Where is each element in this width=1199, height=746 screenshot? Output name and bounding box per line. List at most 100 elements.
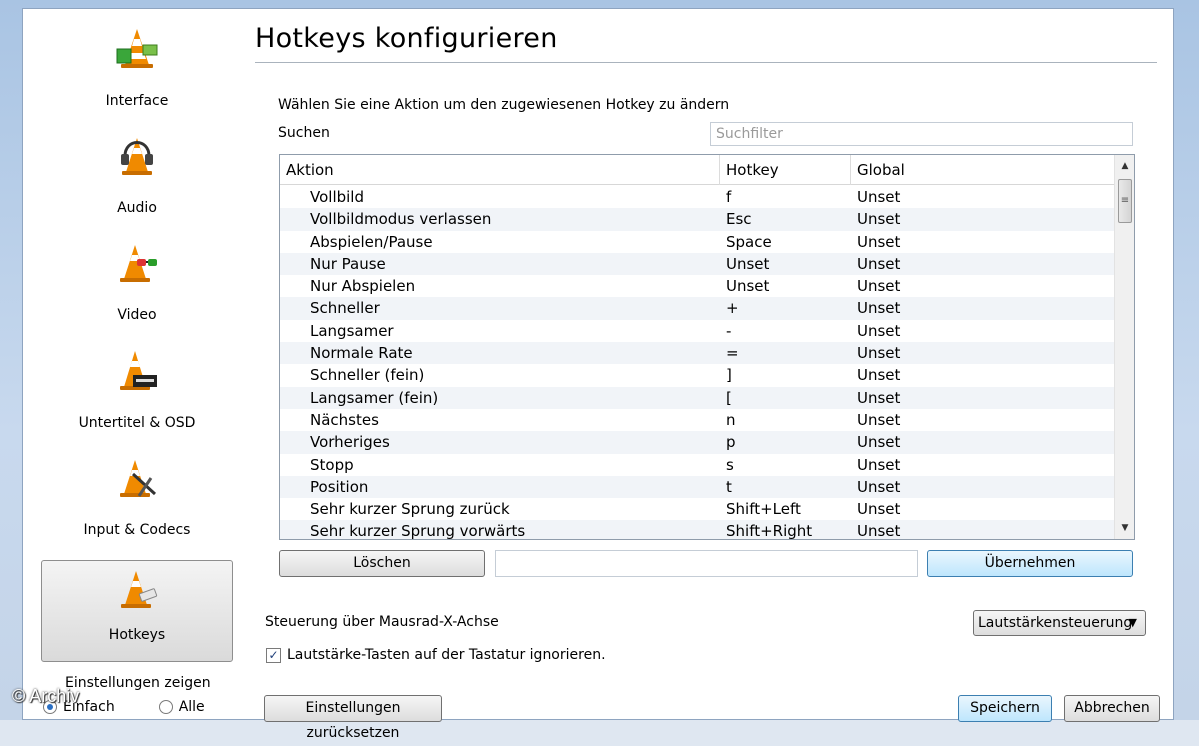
table-scrollbar[interactable]: ▲ ≡ ▼	[1114, 155, 1134, 539]
sidebar-item-label: Interface	[105, 93, 169, 109]
cell-global: Unset	[857, 455, 901, 474]
cell-action: Abspielen/Pause	[310, 232, 433, 251]
cell-global: Unset	[857, 388, 901, 407]
cell-action: Langsamer (fein)	[310, 388, 439, 407]
cell-global: Unset	[857, 321, 901, 340]
cell-hotkey: Space	[726, 232, 772, 251]
cancel-button[interactable]: Abbrechen	[1064, 695, 1160, 722]
hotkey-field[interactable]	[495, 550, 918, 577]
table-body: Vollbild f Unset Vollbildmodus verlassen Esc…	[280, 186, 1114, 540]
cell-hotkey: ]	[726, 366, 732, 385]
sidebar-item-label: Video	[117, 307, 157, 323]
search-label: Suchen	[278, 125, 330, 141]
table-row[interactable]: Schneller + Unset	[280, 297, 1114, 320]
ignore-volume-keys-label: Lautstärke-Tasten auf der Tastatur ignor…	[287, 647, 606, 663]
watermark-text: © Archiv	[12, 686, 80, 706]
table-row[interactable]: Schneller (fein)] Unset	[280, 364, 1114, 386]
cell-hotkey: +	[726, 299, 739, 318]
ignore-volume-keys-checkbox[interactable]: ✓	[266, 647, 281, 663]
table-row[interactable]: Nächstes n Unset	[280, 409, 1114, 431]
show-settings-label: Einstellungen zeigen	[65, 675, 211, 691]
table-row[interactable]: Vollbild f Unset	[280, 186, 1114, 208]
cone-input-icon	[120, 460, 157, 497]
cell-hotkey: -	[726, 321, 732, 340]
chevron-down-icon: ▼	[1128, 616, 1137, 629]
cell-global: Unset	[857, 410, 901, 429]
cell-hotkey: s	[726, 455, 734, 474]
cone-interface-icon	[116, 29, 158, 68]
table-row[interactable]: Position t Unset	[280, 475, 1114, 499]
cell-global: Unset	[857, 232, 901, 251]
sidebar-item-subtitles-osd[interactable]: Untertitel & OSD	[41, 335, 233, 435]
save-button[interactable]: Speichern	[958, 695, 1052, 722]
sidebar-item-label: Audio	[117, 200, 157, 216]
table-row[interactable]: Langsamer (fein) [ Unset	[280, 386, 1114, 409]
table-row[interactable]: Normale Rate = Unset	[280, 342, 1114, 365]
page-title: Hotkeys konfigurieren	[255, 23, 558, 54]
column-header-hotkey[interactable]: Hotkey	[720, 155, 851, 185]
cell-hotkey: [	[726, 388, 732, 407]
cell-global: Unset	[857, 522, 901, 540]
sidebar-item-input-codecs[interactable]: Input & Codecs	[41, 442, 233, 542]
delete-button[interactable]: Löschen	[279, 550, 485, 577]
table-row[interactable]: Sehr kurzer Sprung zurück Shift+Left Unset	[280, 498, 1114, 520]
column-header-action[interactable]: Aktion	[280, 155, 720, 185]
cell-action: Stopp	[310, 455, 354, 474]
ignore-volume-keys-row: ✓ Lautstärke-Tasten auf der Tastatur ign…	[266, 647, 606, 663]
cell-hotkey: t	[726, 477, 732, 496]
hotkeys-table[interactable]: Aktion Hotkey Global Vollbild f Unset Vollb…	[279, 154, 1135, 540]
category-sidebar: Interface Audio Video Untertitel & OSD I…	[23, 9, 251, 721]
mouse-wheel-select[interactable]: Lautstärkensteuerung ▼	[973, 610, 1146, 636]
cell-hotkey: =	[726, 344, 739, 363]
search-input[interactable]	[710, 122, 1133, 146]
table-row[interactable]: Nur Pause Unset Unset	[280, 252, 1114, 276]
cell-hotkey: Esc	[726, 210, 752, 229]
mouse-wheel-selected-value: Lautstärkensteuerung	[978, 615, 1133, 631]
sidebar-item-label: Hotkeys	[108, 627, 166, 643]
radio-indicator	[158, 700, 173, 714]
radio-all[interactable]: Alle	[158, 699, 205, 715]
intro-text: Wählen Sie eine Aktion um den zugewiesen…	[278, 97, 730, 113]
sidebar-item-video[interactable]: Video	[41, 227, 233, 327]
cone-hotkeys-icon	[121, 571, 158, 608]
scroll-thumb[interactable]: ≡	[1118, 179, 1132, 223]
cell-hotkey: Unset	[726, 277, 770, 296]
scroll-down-arrow-icon[interactable]: ▼	[1115, 519, 1134, 537]
cell-action: Schneller (fein)	[310, 366, 425, 385]
cone-glasses-icon	[120, 245, 157, 282]
cell-global: Unset	[857, 344, 901, 363]
title-divider	[255, 62, 1157, 63]
cell-global: Unset	[857, 477, 901, 496]
cell-hotkey: Shift+Left	[726, 500, 801, 519]
cell-global: Unset	[857, 433, 901, 452]
table-row[interactable]: Vollbildmodus verlassen Esc Unset	[280, 208, 1114, 231]
cell-action: Sehr kurzer Sprung vorwärts	[310, 522, 526, 540]
cell-hotkey: Shift+Right	[726, 522, 813, 540]
table-row[interactable]: Sehr kurzer Sprung vorwärts Shift+Right Un…	[280, 520, 1114, 540]
table-row[interactable]: Stopp s Unset	[280, 454, 1114, 476]
apply-button[interactable]: Übernehmen	[927, 550, 1133, 577]
table-row[interactable]: Vorheriges p Unset	[280, 431, 1114, 454]
cell-action: Vollbildmodus verlassen	[310, 210, 492, 229]
cell-global: Unset	[857, 188, 901, 206]
cell-global: Unset	[857, 210, 901, 229]
scroll-up-arrow-icon[interactable]: ▲	[1115, 157, 1134, 175]
cell-global: Unset	[857, 500, 901, 519]
cone-subtitle-icon	[120, 351, 157, 390]
reset-settings-button[interactable]: Einstellungen zurücksetzen	[264, 695, 442, 741]
cell-hotkey: n	[726, 410, 736, 429]
sidebar-item-audio[interactable]: Audio	[41, 120, 233, 220]
cell-global: Unset	[857, 299, 901, 318]
cell-action: Schneller	[310, 299, 380, 318]
cell-hotkey: p	[726, 433, 736, 452]
sidebar-item-label: Untertitel & OSD	[78, 415, 196, 431]
sidebar-item-interface[interactable]: Interface	[41, 13, 233, 113]
cone-headphones-icon	[121, 138, 153, 175]
cell-global: Unset	[857, 366, 901, 385]
sidebar-item-hotkeys[interactable]: Hotkeys	[41, 560, 233, 662]
column-header-global[interactable]: Global	[851, 155, 1114, 185]
table-row[interactable]: Abspielen/Pause Space Unset	[280, 231, 1114, 253]
table-row[interactable]: Langsamer - Unset	[280, 320, 1114, 342]
table-row[interactable]: Nur Abspielen Unset Unset	[280, 275, 1114, 297]
cell-global: Unset	[857, 254, 901, 273]
